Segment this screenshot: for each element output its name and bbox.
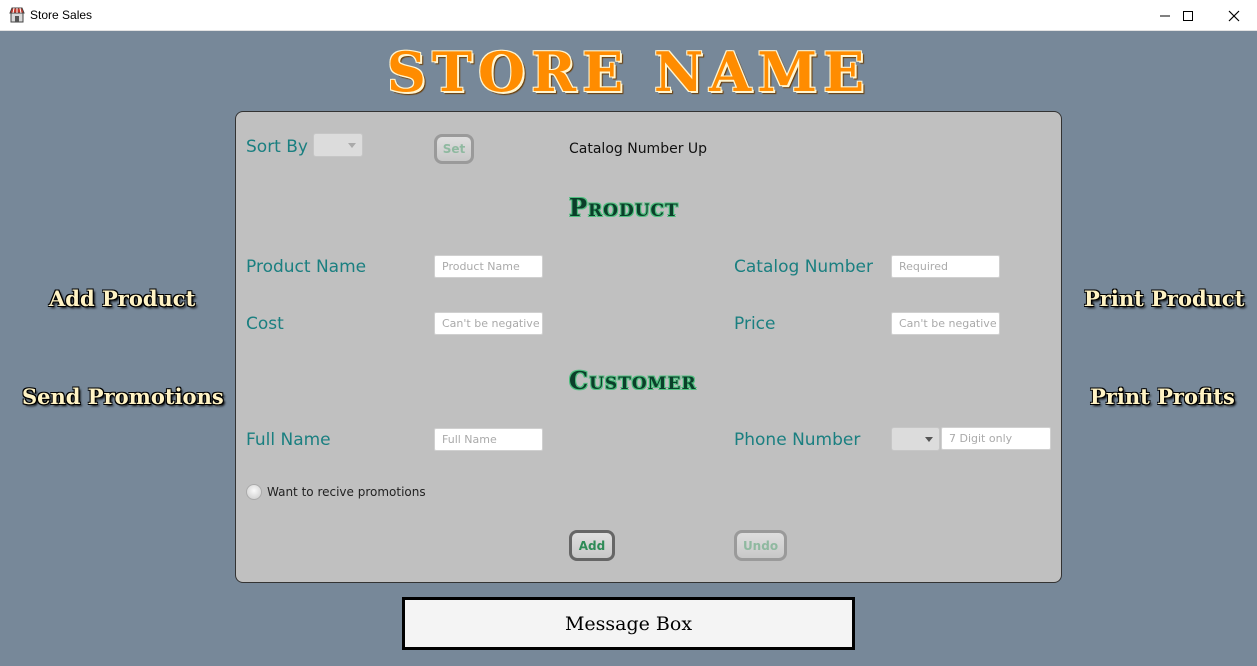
sort-by-label: Sort By (246, 137, 308, 157)
phone-number-input[interactable]: 7 Digit only (941, 427, 1051, 450)
close-icon (1228, 10, 1240, 21)
cost-label: Cost (246, 314, 284, 334)
price-input[interactable]: Can't be negative (891, 312, 1000, 335)
store-name-title: STORE NAME (386, 40, 871, 104)
message-box: Message Box (402, 597, 855, 650)
customer-heading: Customer (569, 366, 697, 395)
add-product-action[interactable]: Add Product (49, 286, 195, 311)
window-title: Store Sales (30, 8, 93, 22)
send-promotions-action[interactable]: Send Promotions (22, 384, 224, 409)
catalog-number-input[interactable]: Required (891, 255, 1000, 278)
phone-prefix-select[interactable] (891, 427, 940, 451)
product-heading: Product (569, 193, 679, 222)
price-label: Price (734, 314, 776, 334)
cost-input[interactable]: Can't be negative (434, 312, 543, 335)
product-name-label: Product Name (246, 257, 367, 277)
form-panel (235, 111, 1062, 583)
promotions-radio[interactable] (246, 484, 262, 500)
chevron-down-icon (348, 143, 356, 148)
product-name-input[interactable]: Product Name (434, 255, 543, 278)
full-name-input[interactable]: Full Name (434, 428, 543, 451)
maximize-button[interactable] (1165, 0, 1211, 31)
add-button[interactable]: Add (569, 530, 615, 561)
full-name-label: Full Name (246, 430, 331, 450)
title-bar: Store Sales (0, 0, 1257, 31)
current-sort-text: Catalog Number Up (569, 141, 708, 157)
undo-button[interactable]: Undo (734, 530, 787, 561)
maximize-icon (1183, 10, 1193, 21)
print-profits-action[interactable]: Print Profits (1090, 384, 1235, 409)
set-sort-button[interactable]: Set (434, 134, 474, 164)
phone-number-label: Phone Number (734, 430, 861, 450)
sort-by-select[interactable] (313, 133, 363, 157)
chevron-down-icon (925, 437, 933, 442)
store-icon (9, 7, 25, 23)
promotions-label: Want to recive promotions (267, 485, 426, 499)
print-product-action[interactable]: Print Product (1084, 286, 1244, 311)
close-button[interactable] (1211, 0, 1257, 31)
catalog-number-label: Catalog Number (734, 257, 873, 277)
